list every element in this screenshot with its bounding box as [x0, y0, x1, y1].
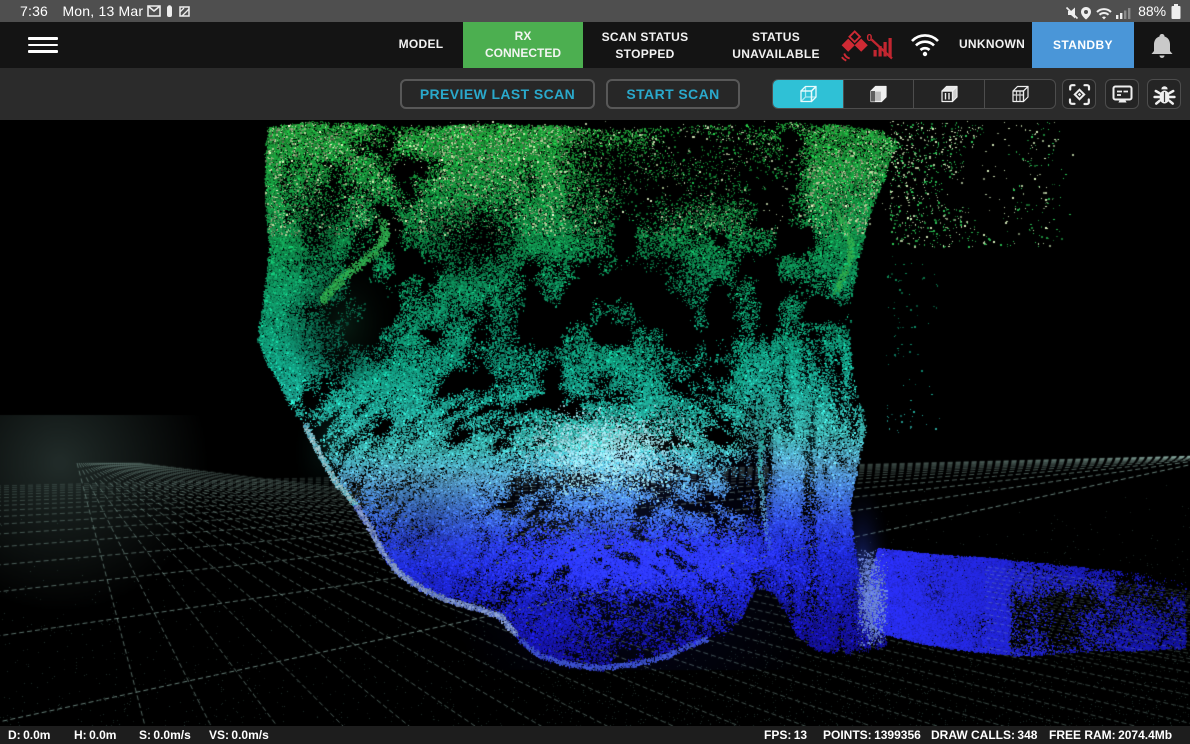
svg-text:0: 0 — [867, 32, 873, 44]
